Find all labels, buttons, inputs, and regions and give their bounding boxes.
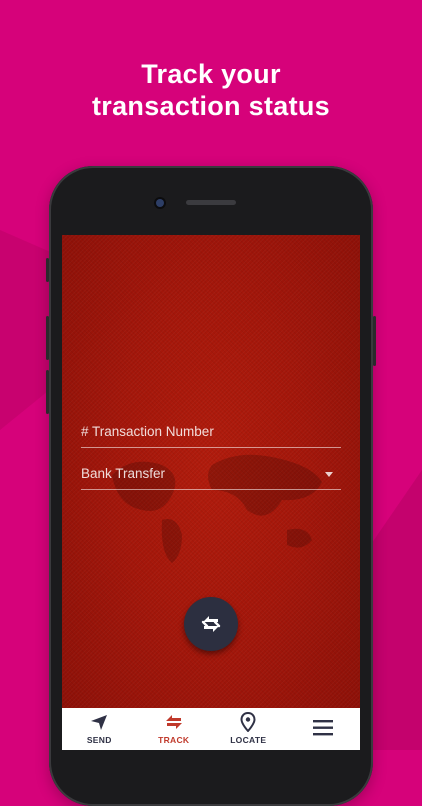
- nav-label-send: SEND: [86, 735, 112, 745]
- menu-icon: [312, 720, 333, 736]
- transfer-type-select[interactable]: Bank Transfer: [81, 459, 341, 490]
- front-camera: [156, 199, 164, 207]
- nav-item-menu[interactable]: [286, 708, 361, 750]
- power-button: [373, 316, 376, 366]
- world-map-graphic: [112, 454, 322, 563]
- nav-label-locate: LOCATE: [230, 735, 267, 745]
- headline-line-1: Track your: [141, 59, 281, 89]
- volume-up-button: [46, 258, 49, 282]
- headline-line-2: transaction status: [92, 91, 330, 121]
- bottom-navigation: SEND TRACK LOCATE: [62, 708, 360, 750]
- volume-down-button: [46, 316, 49, 360]
- nav-label-track: TRACK: [158, 735, 190, 745]
- location-pin-icon: [240, 712, 256, 732]
- track-icon: [165, 715, 182, 729]
- nav-item-track[interactable]: TRACK: [137, 708, 212, 750]
- transaction-number-input[interactable]: # Transaction Number: [81, 417, 341, 448]
- dropdown-caret-icon: [325, 472, 333, 477]
- promo-headline: Track your transaction status: [0, 58, 422, 122]
- exchange-icon: [201, 616, 221, 632]
- transfer-type-value: Bank Transfer: [81, 466, 166, 481]
- app-screen: # Transaction Number Bank Transfer: [62, 235, 360, 750]
- send-icon: [91, 715, 108, 730]
- nav-item-locate[interactable]: LOCATE: [211, 708, 286, 750]
- track-action-button[interactable]: [184, 597, 238, 651]
- volume-button-2: [46, 370, 49, 414]
- nav-item-send[interactable]: SEND: [62, 708, 137, 750]
- earpiece-speaker: [186, 200, 236, 205]
- transaction-number-placeholder: # Transaction Number: [81, 424, 214, 439]
